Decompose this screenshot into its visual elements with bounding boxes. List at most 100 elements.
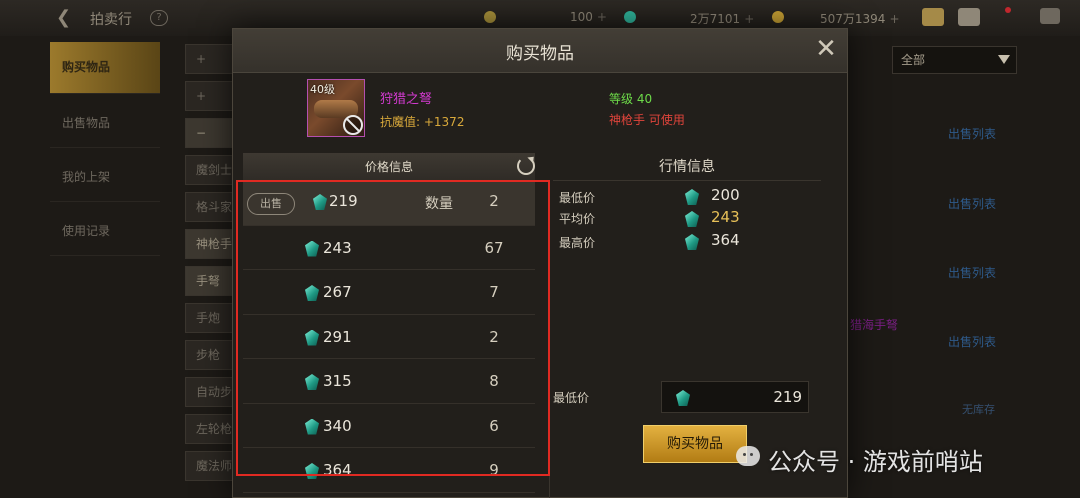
price-list: 出售 219 数量 2 243 67 267 7 291 2 315 8 340… — [243, 181, 535, 498]
filter-item[interactable]: 步枪 — [185, 340, 235, 370]
no-stock-label: 无库存 — [962, 403, 995, 416]
wechat-icon — [736, 446, 760, 466]
buy-item-button[interactable]: 购买物品 — [643, 425, 747, 463]
item-info: 40级 狩猎之弩 抗魔值: +1372 等级 40 神枪手 可使用 — [233, 73, 847, 145]
auction-house-title: 拍卖行 — [90, 12, 132, 28]
filter-item[interactable]: 自动步枪 — [185, 377, 235, 407]
filter-item[interactable]: 神枪手 — [185, 229, 235, 259]
gem-icon — [685, 189, 699, 205]
lowest-price-label: 最低价 — [553, 391, 590, 405]
buy-item-dialog: 购买物品 ✕ 40级 狩猎之弩 抗魔值: +1372 等级 40 神枪手 可使用… — [232, 28, 848, 498]
gem-icon — [305, 240, 319, 257]
item-required-level: 等级 40 — [609, 92, 653, 106]
gold-currency-icon — [772, 11, 784, 23]
menu-icon[interactable] — [1040, 8, 1060, 24]
item-stat: 抗魔值: +1372 — [380, 115, 465, 129]
item-required-class: 神枪手 可使用 — [609, 113, 685, 127]
tab-buy[interactable]: 购买物品 — [50, 42, 160, 94]
tab-history[interactable]: 使用记录 — [50, 206, 160, 256]
gem-icon — [685, 211, 699, 227]
price-row[interactable]: 243 67 — [243, 226, 535, 270]
left-tab-list: 购买物品 出售物品 我的上架 使用记录 — [50, 36, 160, 256]
dialog-title: 购买物品 — [506, 44, 574, 64]
row-price: 219 — [329, 192, 358, 210]
notification-dot — [1005, 7, 1011, 13]
gem-icon — [685, 234, 699, 250]
market-avg-value: 243 — [711, 208, 740, 226]
sell-list-link[interactable]: 出售列表 — [948, 195, 996, 212]
gem-currency-icon — [624, 11, 636, 23]
category-filter-list: + + − 魔剑士 格斗家 神枪手 手弩 手炮 步枪 自动步枪 左轮枪 魔法师 — [185, 44, 235, 488]
tab-my-listings[interactable]: 我的上架 — [50, 152, 160, 202]
row-price: 364 — [323, 461, 352, 479]
forbidden-icon — [343, 115, 363, 135]
row-price: 243 — [323, 238, 352, 257]
gem-icon — [305, 329, 319, 346]
market-avg-label: 平均价 — [559, 212, 596, 226]
background-item-name: 猎海手弩 — [850, 318, 899, 332]
filter-item[interactable]: 手弩 — [185, 266, 235, 296]
price-row[interactable]: 340 6 — [243, 404, 535, 448]
price-row[interactable]: 291 2 — [243, 315, 535, 359]
filter-item[interactable]: 手炮 — [185, 303, 235, 333]
sell-badge: 出售 — [247, 193, 295, 215]
market-max-value: 364 — [711, 231, 740, 249]
gold-currency-value: 507万1394 + — [820, 12, 900, 26]
lowest-price-field[interactable]: 219 — [661, 381, 809, 413]
row-quantity: 7 — [489, 283, 499, 301]
sell-list-link[interactable]: 出售列表 — [948, 264, 996, 281]
price-row[interactable]: 364 9 — [243, 448, 535, 493]
gem-icon — [313, 194, 327, 210]
chevron-down-icon — [998, 55, 1010, 64]
price-info-header: 价格信息 — [243, 153, 535, 181]
back-arrow-icon[interactable]: ❮ — [56, 7, 71, 28]
crossbow-item-icon[interactable]: 40级 — [307, 79, 365, 137]
filter-item[interactable]: 格斗家 — [185, 192, 235, 222]
row-quantity: 2 — [489, 192, 499, 210]
row-quantity: 8 — [489, 372, 499, 390]
moon-currency-value: 100 + — [570, 10, 607, 24]
market-min-value: 200 — [711, 186, 740, 204]
list-divider — [549, 181, 550, 498]
filter-item[interactable]: 左轮枪 — [185, 414, 235, 444]
filter-expand-button[interactable]: + — [185, 81, 235, 111]
filter-collapse-button[interactable]: − — [185, 118, 235, 148]
price-row[interactable]: 267 7 — [243, 270, 535, 315]
row-price: 291 — [323, 327, 352, 346]
mail-icon[interactable] — [958, 8, 980, 26]
row-quantity: 9 — [489, 461, 499, 479]
row-quantity: 67 — [484, 238, 504, 257]
price-row[interactable]: 出售 219 数量 2 — [243, 181, 535, 226]
market-info-header: 行情信息 — [553, 153, 821, 181]
row-price: 315 — [323, 372, 352, 390]
market-min-label: 最低价 — [559, 191, 596, 205]
gem-icon — [305, 418, 319, 435]
refresh-icon[interactable] — [517, 157, 535, 175]
row-price: 340 — [323, 416, 352, 435]
sell-list-link[interactable]: 出售列表 — [948, 125, 996, 142]
gem-icon — [676, 390, 690, 406]
filter-item[interactable]: 魔法师 — [185, 451, 235, 481]
close-icon[interactable]: ✕ — [813, 36, 839, 63]
gem-icon — [305, 374, 319, 390]
row-quantity: 2 — [489, 327, 499, 346]
lowest-price-value: 219 — [773, 388, 802, 406]
dialog-header: 购买物品 ✕ — [233, 29, 847, 73]
gem-icon — [305, 463, 319, 479]
help-icon[interactable]: ? — [150, 10, 168, 26]
item-level-badge: 40级 — [310, 83, 335, 96]
price-row[interactable]: 315 8 — [243, 359, 535, 404]
gem-icon — [305, 285, 319, 301]
category-dropdown[interactable]: 全部 — [892, 46, 1017, 74]
moon-currency-icon — [484, 11, 496, 23]
filter-item[interactable]: 魔剑士 — [185, 155, 235, 185]
row-price: 267 — [323, 283, 352, 301]
row-quantity: 6 — [489, 416, 499, 435]
gift-icon[interactable] — [922, 8, 944, 26]
watermark-text: 公众号 · 游戏前哨站 — [768, 448, 983, 476]
tab-sell[interactable]: 出售物品 — [50, 98, 160, 148]
sell-list-link[interactable]: 出售列表 — [948, 333, 996, 350]
filter-expand-button[interactable]: + — [185, 44, 235, 74]
gem-currency-value: 2万7101 + — [690, 12, 755, 26]
market-max-label: 最高价 — [559, 236, 596, 250]
